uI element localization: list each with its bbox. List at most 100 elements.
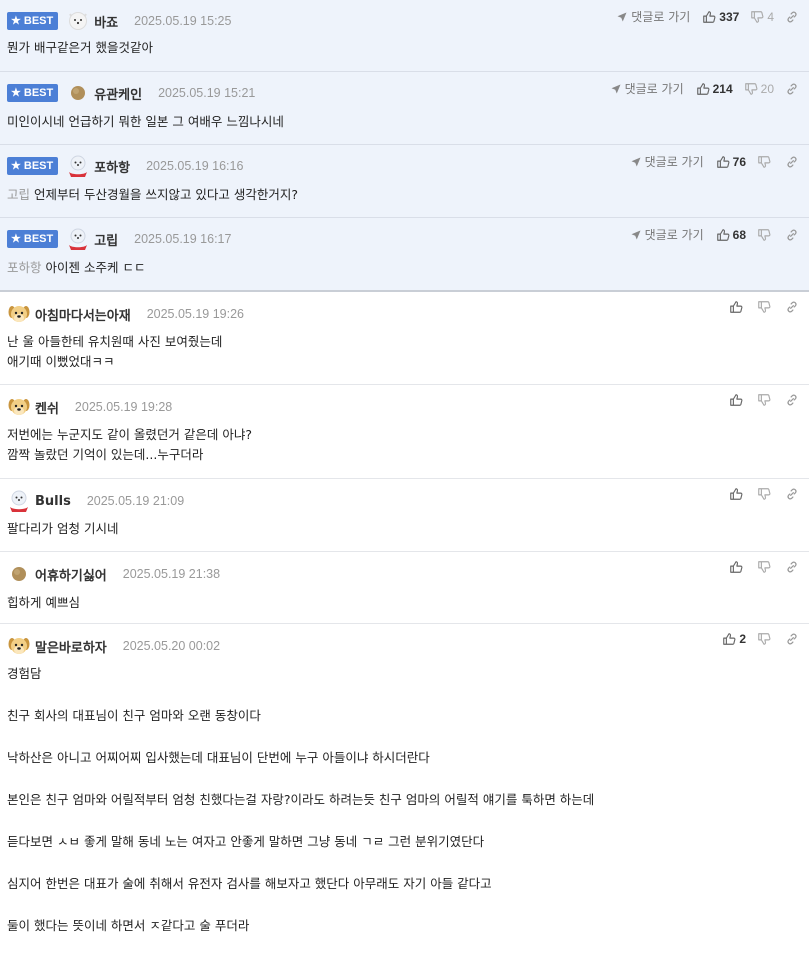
thumbs-up-icon	[729, 300, 743, 314]
comment-item: 아침마다서는아재 2025.05.19 19:26 난 울 아들한테 유치원때 …	[0, 292, 809, 385]
comment-date: 2025.05.19 15:21	[158, 86, 256, 100]
avatar-icon[interactable]	[66, 227, 90, 251]
avatar-icon[interactable]	[7, 634, 31, 658]
thumbs-down-icon	[750, 10, 764, 24]
avatar-icon[interactable]	[66, 154, 90, 178]
like-button[interactable]: 337	[702, 10, 739, 24]
reply-mention[interactable]: 고립	[7, 187, 30, 202]
like-button[interactable]	[729, 393, 746, 407]
star-icon: ★	[11, 87, 21, 99]
dislike-button[interactable]	[757, 560, 774, 574]
comment-header: 말은바로하자 2025.05.20 00:02	[7, 635, 220, 657]
dislike-button[interactable]	[757, 632, 774, 646]
share-link-button[interactable]	[785, 487, 799, 501]
dislike-button[interactable]	[757, 393, 774, 407]
avatar-icon[interactable]	[7, 302, 31, 326]
best-label: BEST	[23, 233, 54, 245]
goto-comment-link[interactable]: 댓글로 가기	[610, 80, 684, 97]
comment-actions	[729, 487, 799, 501]
like-button[interactable]: 76	[716, 155, 746, 169]
comment-header: ★ BEST 포하항 2025.05.19 16:16	[7, 155, 243, 177]
comment-list: ★ BEST 바죠 2025.05.19 15:25 댓글로 가기 337 4 뭔…	[0, 0, 809, 944]
thumbs-down-icon	[757, 632, 771, 646]
comment-date: 2025.05.19 19:28	[74, 400, 173, 414]
comment-author[interactable]: 고립	[94, 230, 118, 249]
share-link-button[interactable]	[785, 393, 799, 407]
comment-paragraph: 듣다보면 ㅅㅂ 좋게 말해 동네 노는 여자고 안좋게 말하면 그냥 동네 ㄱㄹ…	[7, 834, 485, 849]
comment-author[interactable]: 어휴하기싫어	[35, 565, 107, 584]
comment-paragraph: 낙하산은 아니고 어찌어찌 입사했는데 대표님이 단번에 누구 아들이냐 하시더…	[7, 750, 430, 765]
reply-mention[interactable]: 포하항	[7, 260, 42, 275]
star-icon: ★	[11, 160, 21, 172]
comment-text: 포하항 아이젠 소주케 ㄷㄷ	[7, 258, 145, 278]
goto-comment-link[interactable]: 댓글로 가기	[616, 8, 690, 25]
like-button[interactable]: 68	[716, 228, 746, 242]
dislike-button[interactable]	[757, 228, 774, 242]
share-link-button[interactable]	[785, 10, 799, 24]
link-icon	[785, 632, 799, 646]
comment-author[interactable]: 아침마다서는아재	[35, 305, 131, 324]
comment-text: 경험담 친구 회사의 대표님이 친구 엄마와 오랜 동창이다 낙하산은 아니고 …	[7, 664, 594, 958]
share-link-button[interactable]	[785, 228, 799, 242]
comment-paragraph: 본인은 친구 엄마와 어릴적부터 엄청 친했다는걸 자랑?이라도 하려는듯 친구…	[7, 792, 595, 807]
dislike-button[interactable]	[757, 487, 774, 501]
share-link-button[interactable]	[785, 632, 799, 646]
comment-header: 아침마다서는아재 2025.05.19 19:26	[7, 303, 244, 325]
share-link-button[interactable]	[785, 82, 799, 96]
comment-item: ★ BEST 유관케인 2025.05.19 15:21 댓글로 가기 214 2…	[0, 72, 809, 145]
comment-actions	[729, 560, 799, 574]
comment-author[interactable]: 켄쉬	[35, 398, 59, 417]
goto-comment-link[interactable]: 댓글로 가기	[630, 226, 704, 243]
comment-author[interactable]: Bulls	[35, 494, 71, 509]
goto-comment-link[interactable]: 댓글로 가기	[630, 153, 704, 170]
comment-item: ★ BEST 고립 2025.05.19 16:17 댓글로 가기 68 포하항 아…	[0, 218, 809, 292]
comment-author[interactable]: 포하항	[94, 157, 130, 176]
avatar-icon[interactable]	[66, 9, 90, 33]
link-icon	[785, 82, 799, 96]
dislike-button[interactable]	[757, 155, 774, 169]
link-icon	[785, 10, 799, 24]
comment-body: 아이젠 소주케 ㄷㄷ	[45, 260, 146, 275]
comment-line: 저번에는 누군지도 같이 올렸던거 같은데 아냐?	[7, 427, 253, 442]
thumbs-down-icon	[757, 560, 771, 574]
like-button[interactable]: 2	[722, 632, 746, 646]
share-link-button[interactable]	[785, 155, 799, 169]
share-link-button[interactable]	[785, 560, 799, 574]
like-button[interactable]	[729, 560, 746, 574]
avatar-icon[interactable]	[7, 489, 31, 513]
dislike-button[interactable]: 4	[750, 10, 774, 24]
like-button[interactable]	[729, 300, 746, 314]
thumbs-down-icon	[757, 487, 771, 501]
comment-author[interactable]: 말은바로하자	[35, 637, 107, 656]
comment-author[interactable]: 바죠	[94, 12, 118, 31]
dislike-button[interactable]	[757, 300, 774, 314]
link-icon	[785, 155, 799, 169]
like-button[interactable]: 214	[696, 82, 733, 96]
like-count: 68	[732, 227, 746, 242]
thumbs-down-icon	[757, 155, 771, 169]
send-icon	[616, 11, 628, 23]
comment-item: ★ BEST 바죠 2025.05.19 15:25 댓글로 가기 337 4 뭔…	[0, 0, 809, 72]
share-link-button[interactable]	[785, 300, 799, 314]
avatar-icon[interactable]	[66, 81, 90, 105]
comment-text: 뭔가 배구같은거 했을것같아	[7, 40, 153, 55]
thumbs-up-icon	[729, 487, 743, 501]
comment-item: ★ BEST 포하항 2025.05.19 16:16 댓글로 가기 76 고립 언…	[0, 145, 809, 218]
best-label: BEST	[23, 87, 54, 99]
star-icon: ★	[11, 233, 21, 245]
dislike-button[interactable]: 20	[744, 82, 774, 96]
like-button[interactable]	[729, 487, 746, 501]
comment-date: 2025.05.19 21:09	[86, 494, 185, 508]
comment-date: 2025.05.19 16:17	[134, 232, 232, 246]
comment-date: 2025.05.19 21:38	[122, 567, 221, 581]
comment-paragraph: 경험담	[7, 666, 42, 681]
avatar-icon[interactable]	[7, 562, 31, 586]
comment-line: 난 울 아들한테 유치원때 사진 보여줬는데	[7, 334, 223, 349]
comment-header: ★ BEST 고립 2025.05.19 16:17	[7, 228, 231, 250]
avatar-icon[interactable]	[7, 395, 31, 419]
thumbs-up-icon	[716, 228, 730, 242]
comment-actions: 댓글로 가기 214 20	[610, 80, 799, 97]
link-icon	[785, 228, 799, 242]
goto-label: 댓글로 가기	[624, 82, 684, 96]
comment-author[interactable]: 유관케인	[94, 84, 142, 103]
